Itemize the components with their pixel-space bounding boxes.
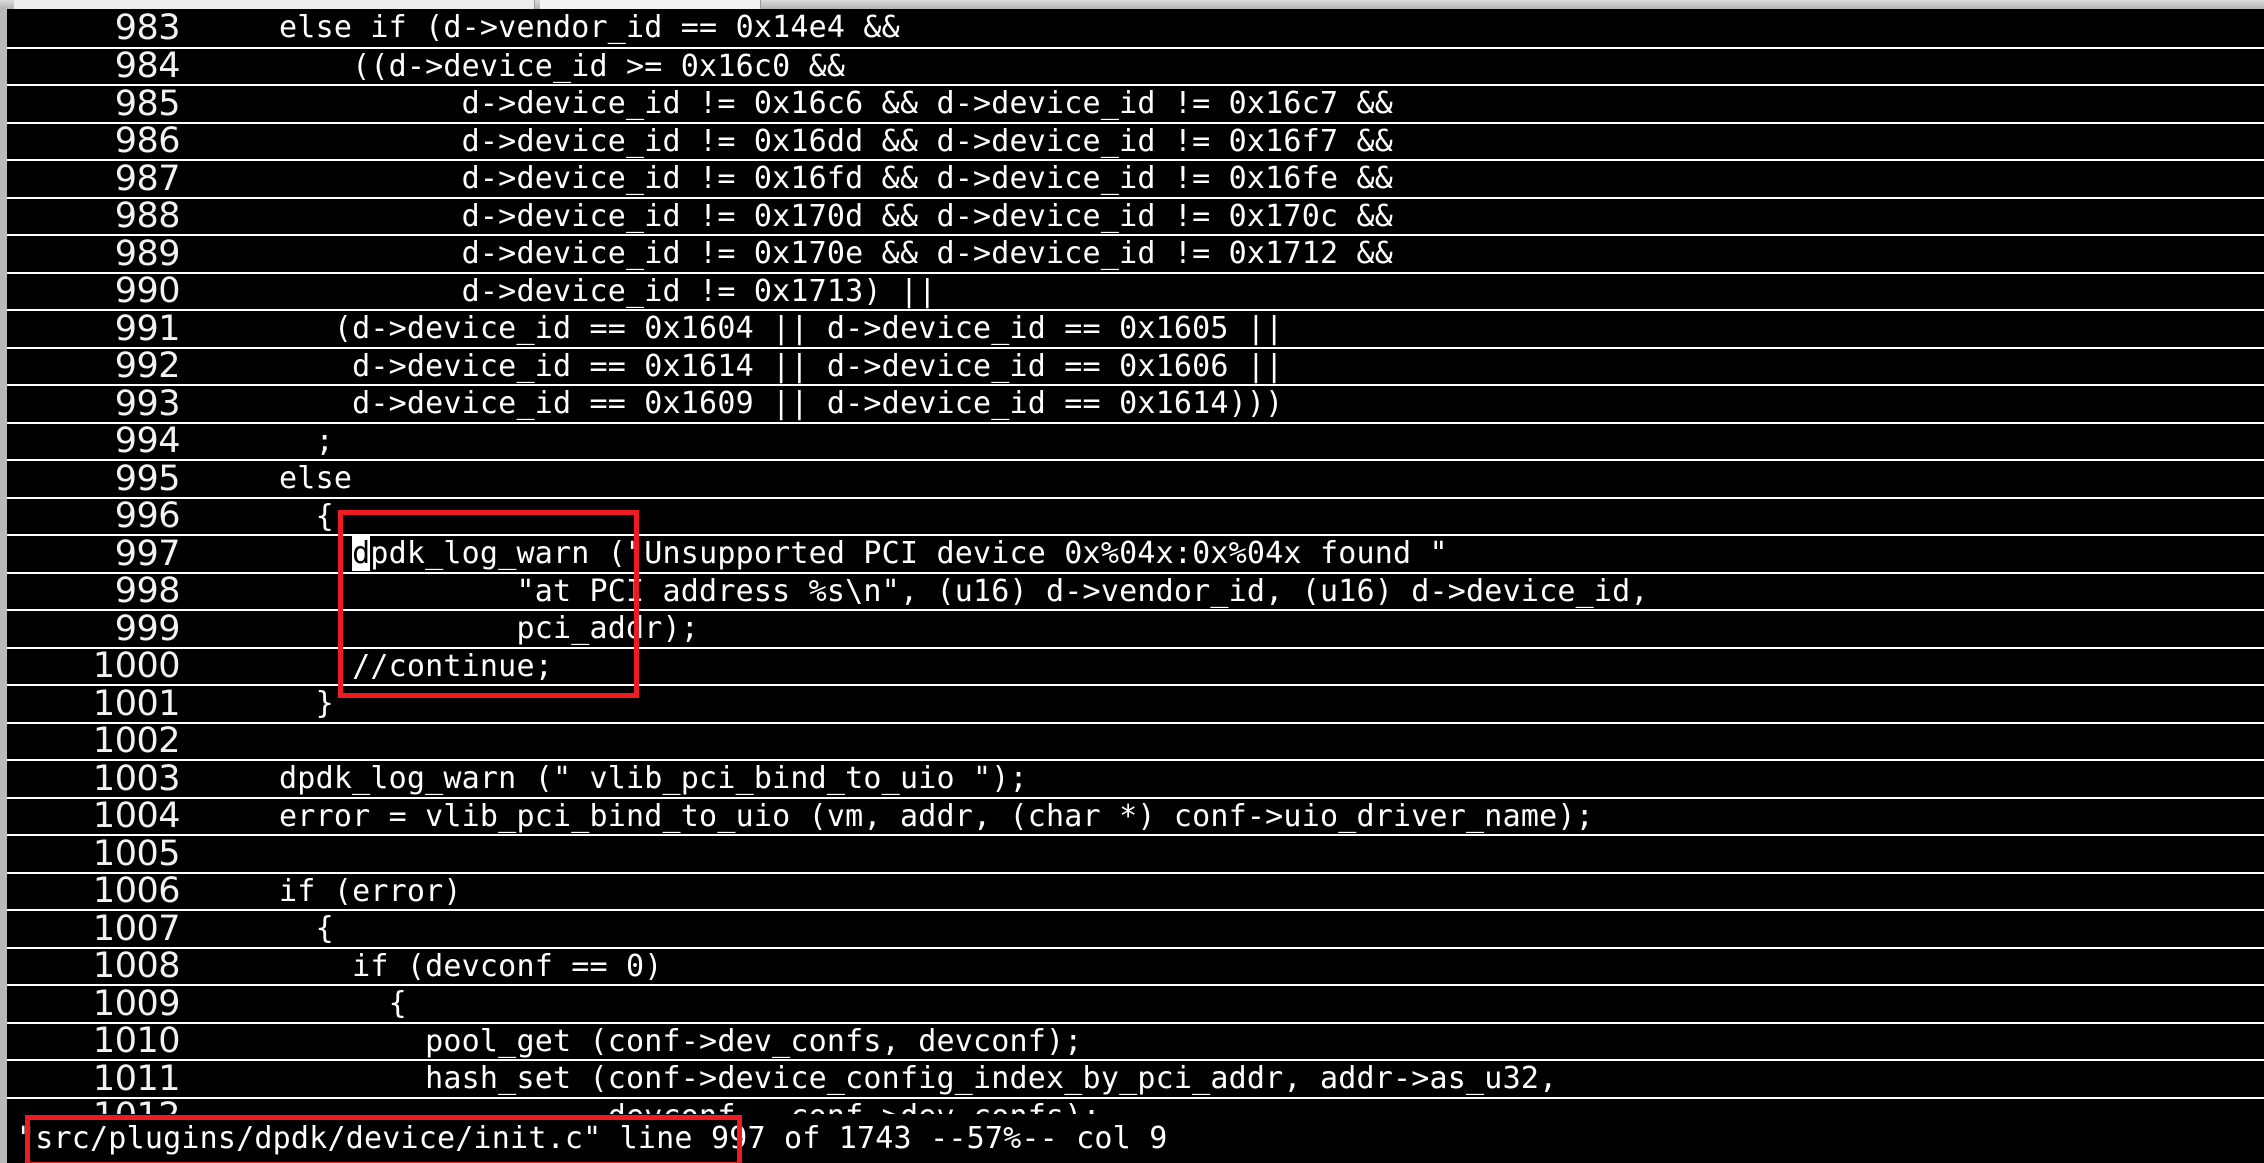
line-number: 1000 <box>92 646 181 687</box>
code-line-text[interactable]: { <box>192 498 2264 535</box>
code-line-text[interactable]: if (error) <box>192 873 2264 910</box>
code-line-text[interactable]: ((d->device_id >= 0x16c0 && <box>192 48 2264 85</box>
browser-tab-1[interactable] <box>14 0 535 9</box>
line-number: 987 <box>114 158 181 199</box>
line-number: 1005 <box>92 833 181 874</box>
code-line-text[interactable]: d->device_id != 0x170d && d->device_id !… <box>192 198 2264 235</box>
line-number: 984 <box>114 46 181 87</box>
code-line-text[interactable]: { <box>192 910 2264 947</box>
code-line-text[interactable]: d->device_id != 0x1713) || <box>192 273 2264 310</box>
code-line-row[interactable]: 987 d->device_id != 0x16fd && d->device_… <box>7 158 2264 199</box>
code-line-row[interactable]: 997 dpdk_log_warn ("Unsupported PCI devi… <box>7 533 2264 574</box>
line-number: 995 <box>114 458 181 499</box>
vim-status-line: "src/plugins/dpdk/device/init.c" line 99… <box>7 1114 2264 1163</box>
code-line-text[interactable]: devconf - conf->dev_confs); <box>192 1098 2264 1114</box>
code-line-text[interactable]: pool_get (conf->dev_confs, devconf); <box>192 1023 2264 1060</box>
code-line-row[interactable]: 1006 if (error) <box>7 871 2264 912</box>
status-position: line 997 of 1743 --57%-- col 9 <box>601 1121 1168 1156</box>
browser-tab-2[interactable] <box>540 0 761 9</box>
code-line-row[interactable]: 991 (d->device_id == 0x1604 || d->device… <box>7 308 2264 349</box>
code-line-text[interactable]: dpdk_log_warn (" vlib_pci_bind_to_uio ")… <box>192 760 2264 797</box>
code-line-row[interactable]: 1004 error = vlib_pci_bind_to_uio (vm, a… <box>7 796 2264 837</box>
code-line-row[interactable]: 994 ; <box>7 421 2264 462</box>
code-line-text[interactable]: d->device_id != 0x170e && d->device_id !… <box>192 235 2264 272</box>
code-line-row[interactable]: 995 else <box>7 458 2264 499</box>
code-line-row[interactable]: 1007 { <box>7 908 2264 949</box>
code-line-text[interactable]: dpdk_log_warn ("Unsupported PCI device 0… <box>192 535 2264 572</box>
code-line-text[interactable]: error = vlib_pci_bind_to_uio (vm, addr, … <box>192 798 2264 835</box>
code-line-text[interactable]: hash_set (conf->device_config_index_by_p… <box>192 1060 2264 1097</box>
code-line-row[interactable]: 1012 devconf - conf->dev_confs); <box>7 1096 2264 1114</box>
code-line-row[interactable]: 998 "at PCI address %s\n", (u16) d->vend… <box>7 571 2264 612</box>
line-number: 991 <box>114 308 181 349</box>
code-line-row[interactable]: 985 d->device_id != 0x16c6 && d->device_… <box>7 83 2264 124</box>
line-number: 998 <box>114 571 181 612</box>
line-number: 1003 <box>92 758 181 799</box>
code-line-row[interactable]: 984 ((d->device_id >= 0x16c0 && <box>7 46 2264 87</box>
line-number: 985 <box>114 83 181 124</box>
line-number: 1004 <box>92 796 181 837</box>
line-number: 999 <box>114 608 181 649</box>
code-line-text[interactable]: d->device_id == 0x1609 || d->device_id =… <box>192 385 2264 422</box>
line-number: 992 <box>114 346 181 387</box>
line-number: 1007 <box>92 908 181 949</box>
code-line-row[interactable]: 1000 //continue; <box>7 646 2264 687</box>
line-number: 993 <box>114 383 181 424</box>
vim-editor-pane[interactable]: 983 else if (d->vendor_id == 0x14e4 && 98… <box>7 9 2264 1114</box>
code-line-row[interactable]: 993 d->device_id == 0x1609 || d->device_… <box>7 383 2264 424</box>
terminal-window: 983 else if (d->vendor_id == 0x14e4 && 98… <box>0 9 2264 1163</box>
line-number: 990 <box>114 271 181 312</box>
code-line-row[interactable]: 996 { <box>7 496 2264 537</box>
code-line-text[interactable]: d->device_id != 0x16c6 && d->device_id !… <box>192 85 2264 122</box>
line-number: 988 <box>114 196 181 237</box>
code-line-row[interactable]: 1002 <box>7 721 2264 762</box>
line-number: 994 <box>114 421 181 462</box>
line-number: 1008 <box>92 946 181 987</box>
code-segment-before-cursor <box>206 536 352 571</box>
code-line-text[interactable]: "at PCI address %s\n", (u16) d->vendor_i… <box>192 573 2264 610</box>
code-line-text[interactable]: } <box>192 685 2264 722</box>
code-line-row[interactable]: 983 else if (d->vendor_id == 0x14e4 && <box>7 9 2264 48</box>
code-line-text[interactable]: { <box>192 985 2264 1022</box>
code-segment-after-cursor: pdk_log_warn ("Unsupported PCI device 0x… <box>370 536 1448 572</box>
line-number: 996 <box>114 496 181 537</box>
code-line-row[interactable]: 1001 } <box>7 683 2264 724</box>
code-line-row[interactable]: 1005 <box>7 833 2264 874</box>
code-line-row[interactable]: 992 d->device_id == 0x1614 || d->device_… <box>7 346 2264 387</box>
code-line-text[interactable]: else if (d->vendor_id == 0x14e4 && <box>192 9 2264 46</box>
line-number: 1002 <box>92 721 181 762</box>
line-number: 997 <box>114 533 181 574</box>
code-line-text[interactable]: d->device_id != 0x16fd && d->device_id !… <box>192 160 2264 197</box>
code-line-text[interactable]: (d->device_id == 0x1604 || d->device_id … <box>192 310 2264 347</box>
line-number: 1001 <box>92 683 181 724</box>
line-number: 1012 <box>7 1098 192 1114</box>
line-number: 1011 <box>92 1058 181 1099</box>
code-line-row[interactable]: 999 pci_addr); <box>7 608 2264 649</box>
line-number: 983 <box>114 9 181 48</box>
code-line-row[interactable]: 989 d->device_id != 0x170e && d->device_… <box>7 233 2264 274</box>
line-number: 1010 <box>92 1021 181 1062</box>
line-number: 1006 <box>92 871 181 912</box>
line-number: 1009 <box>92 983 181 1024</box>
code-line-row[interactable]: 1009 { <box>7 983 2264 1024</box>
code-line-text[interactable]: ; <box>192 423 2264 460</box>
status-filename: "src/plugins/dpdk/device/init.c" <box>17 1121 602 1156</box>
line-number: 989 <box>114 233 181 274</box>
code-line-row[interactable]: 986 d->device_id != 0x16dd && d->device_… <box>7 121 2264 162</box>
window-chrome-strip <box>0 0 2264 9</box>
code-line-text[interactable]: d->device_id == 0x1614 || d->device_id =… <box>192 348 2264 385</box>
code-line-row[interactable]: 1010 pool_get (conf->dev_confs, devconf)… <box>7 1021 2264 1062</box>
code-line-text[interactable]: if (devconf == 0) <box>192 948 2264 985</box>
vim-block-cursor: d <box>352 536 371 572</box>
code-line-text[interactable]: d->device_id != 0x16dd && d->device_id !… <box>192 123 2264 160</box>
code-line-text[interactable]: //continue; <box>192 648 2264 685</box>
line-number: 986 <box>114 121 181 162</box>
code-line-row[interactable]: 1008 if (devconf == 0) <box>7 946 2264 987</box>
code-line-row[interactable]: 1003 dpdk_log_warn (" vlib_pci_bind_to_u… <box>7 758 2264 799</box>
code-line-text[interactable]: pci_addr); <box>192 610 2264 647</box>
code-line-row[interactable]: 1011 hash_set (conf->device_config_index… <box>7 1058 2264 1099</box>
code-line-text[interactable]: else <box>192 460 2264 497</box>
code-line-row[interactable]: 990 d->device_id != 0x1713) || <box>7 271 2264 312</box>
code-line-row[interactable]: 988 d->device_id != 0x170d && d->device_… <box>7 196 2264 237</box>
